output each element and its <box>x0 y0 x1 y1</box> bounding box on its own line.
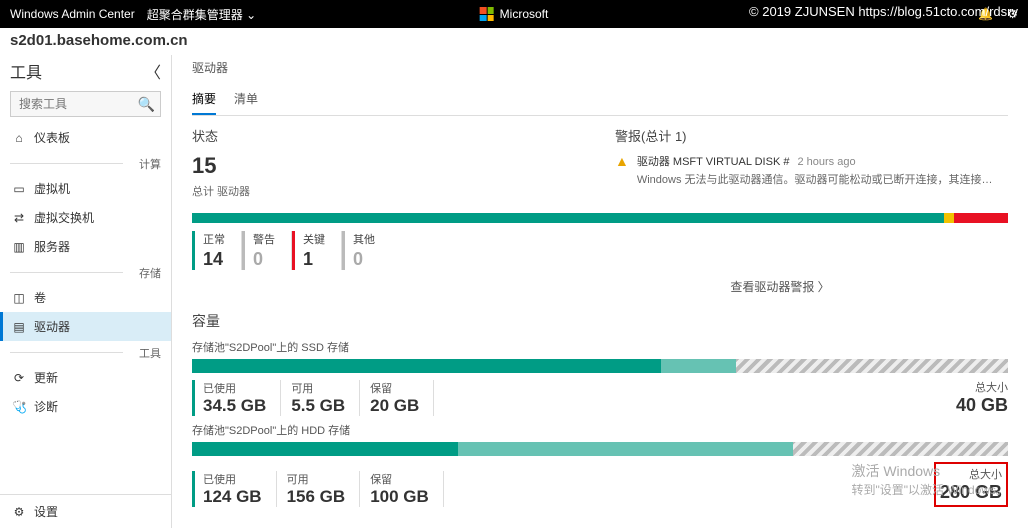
settings-icon[interactable]: ⚙ <box>1007 7 1018 21</box>
stat-normal: 正常14 <box>192 231 242 270</box>
alert-message: Windows 无法与此驱动器通信。驱动器可能松动或已断开连接，其连接器可能发生… <box>637 171 997 187</box>
status-bar <box>192 213 1008 223</box>
breadcrumb: 驱动器 <box>192 59 1008 76</box>
sidebar-item-updates[interactable]: ⟳ 更新 <box>0 363 171 392</box>
app-name: Windows Admin Center <box>10 7 135 21</box>
tab-inventory[interactable]: 清单 <box>234 86 258 115</box>
gear-icon: ⚙ <box>12 505 26 519</box>
hdd-bar <box>192 442 1008 456</box>
home-icon: ⌂ <box>12 131 26 145</box>
view-alerts-link[interactable]: 查看驱动器警报 〉 <box>192 278 1008 295</box>
sidebar-label: 卷 <box>34 289 46 306</box>
stat-other: 其他0 <box>342 231 391 270</box>
stat-warn: 警告0 <box>242 231 292 270</box>
switch-icon: ⇄ <box>12 211 26 225</box>
ssd-reserved: 保留20 GB <box>360 380 434 416</box>
sidebar-item-vswitch[interactable]: ⇄ 虚拟交换机 <box>0 203 171 232</box>
top-bar: Windows Admin Center 超聚合群集管理器 ⌄ Microsof… <box>0 0 1028 28</box>
vm-icon: ▭ <box>12 182 26 196</box>
sidebar-label: 服务器 <box>34 238 70 255</box>
sidebar-label: 诊断 <box>34 398 58 415</box>
sidebar-item-dashboard[interactable]: ⌂ 仪表板 <box>0 123 171 152</box>
ssd-free: 可用5.5 GB <box>281 380 360 416</box>
chevron-down-icon: ⌄ <box>246 8 256 22</box>
notifications-icon[interactable]: 🔔 <box>978 7 993 21</box>
capacity-title: 容量 <box>192 311 1008 331</box>
main-content: 驱动器 摘要 清单 状态 15 总计 驱动器 警报(总计 1) ▲ 驱动器 MS… <box>172 55 1028 528</box>
warning-icon: ▲ <box>615 153 629 187</box>
server-icon: ▥ <box>12 240 26 254</box>
ssd-used: 已使用34.5 GB <box>192 380 281 416</box>
ssd-pool-label: 存储池"S2DPool"上的 SSD 存储 <box>192 339 1008 355</box>
status-bar-normal <box>192 213 944 223</box>
sidebar-label: 仪表板 <box>34 129 70 146</box>
alert-time: 2 hours ago <box>797 156 855 168</box>
alerts-title: 警报(总计 1) <box>615 126 1008 145</box>
microsoft-logo-icon <box>480 7 494 21</box>
ssd-total: 总大小40 GB <box>956 379 1008 416</box>
sidebar-item-volumes[interactable]: ◫卷 <box>0 283 171 312</box>
chevron-right-icon: 〉 <box>818 280 830 294</box>
drive-count-label: 总计 驱动器 <box>192 183 585 199</box>
sidebar-label: 设置 <box>34 503 58 520</box>
diagnostics-icon: 🩺 <box>12 400 26 414</box>
status-bar-critical <box>954 213 1008 223</box>
update-icon: ⟳ <box>12 371 26 385</box>
sidebar-item-vm[interactable]: ▭ 虚拟机 <box>0 174 171 203</box>
sidebar-item-drives[interactable]: ▤ 驱动器 <box>0 312 171 341</box>
hdd-free: 可用156 GB <box>277 471 361 507</box>
collapse-icon[interactable]: 〈 <box>145 59 161 83</box>
drive-count: 15 <box>192 153 585 179</box>
sidebar-label: 更新 <box>34 369 58 386</box>
status-title: 状态 <box>192 126 585 145</box>
brand: Microsoft <box>480 7 549 21</box>
hdd-reserved: 保留100 GB <box>360 471 444 507</box>
cluster-name: s2d01.basehome.com.cn <box>0 28 1028 55</box>
sidebar-label: 虚拟交换机 <box>34 209 94 226</box>
ssd-bar <box>192 359 1008 373</box>
search-tools[interactable]: 🔍 <box>10 91 161 117</box>
context-dropdown[interactable]: 超聚合群集管理器 ⌄ <box>147 6 256 23</box>
sidebar-item-servers[interactable]: ▥ 服务器 <box>0 232 171 261</box>
sidebar-label: 虚拟机 <box>34 180 70 197</box>
status-bar-warn <box>944 213 955 223</box>
group-tools: 工具 <box>0 341 171 363</box>
sidebar: 工具 〈 🔍 ⌂仪表板 计算 ▭虚拟机 ⇄虚拟交换机 ▥服务器 存储 ◫卷 ▤驱… <box>0 55 172 528</box>
hdd-total: 总大小280 GB <box>934 462 1008 507</box>
sidebar-label: 驱动器 <box>34 318 70 335</box>
tab-summary[interactable]: 摘要 <box>192 86 216 115</box>
volume-icon: ◫ <box>12 291 26 305</box>
brand-text: Microsoft <box>500 7 549 21</box>
sidebar-item-settings[interactable]: ⚙ 设置 <box>0 494 171 528</box>
drive-icon: ▤ <box>12 320 26 334</box>
tools-title: 工具 <box>10 59 42 83</box>
alert-item[interactable]: ▲ 驱动器 MSFT VIRTUAL DISK # 2 hours ago Win… <box>615 153 1008 187</box>
search-icon: 🔍 <box>138 96 155 113</box>
alert-name: 驱动器 MSFT VIRTUAL DISK # <box>637 156 790 168</box>
sidebar-item-diagnostics[interactable]: 🩺 诊断 <box>0 392 171 421</box>
hdd-pool-label: 存储池"S2DPool"上的 HDD 存储 <box>192 422 1008 438</box>
tabs: 摘要 清单 <box>192 86 1008 116</box>
stat-critical: 关键1 <box>292 231 342 270</box>
hdd-used: 已使用124 GB <box>192 471 277 507</box>
group-storage: 存储 <box>0 261 171 283</box>
group-compute: 计算 <box>0 152 171 174</box>
